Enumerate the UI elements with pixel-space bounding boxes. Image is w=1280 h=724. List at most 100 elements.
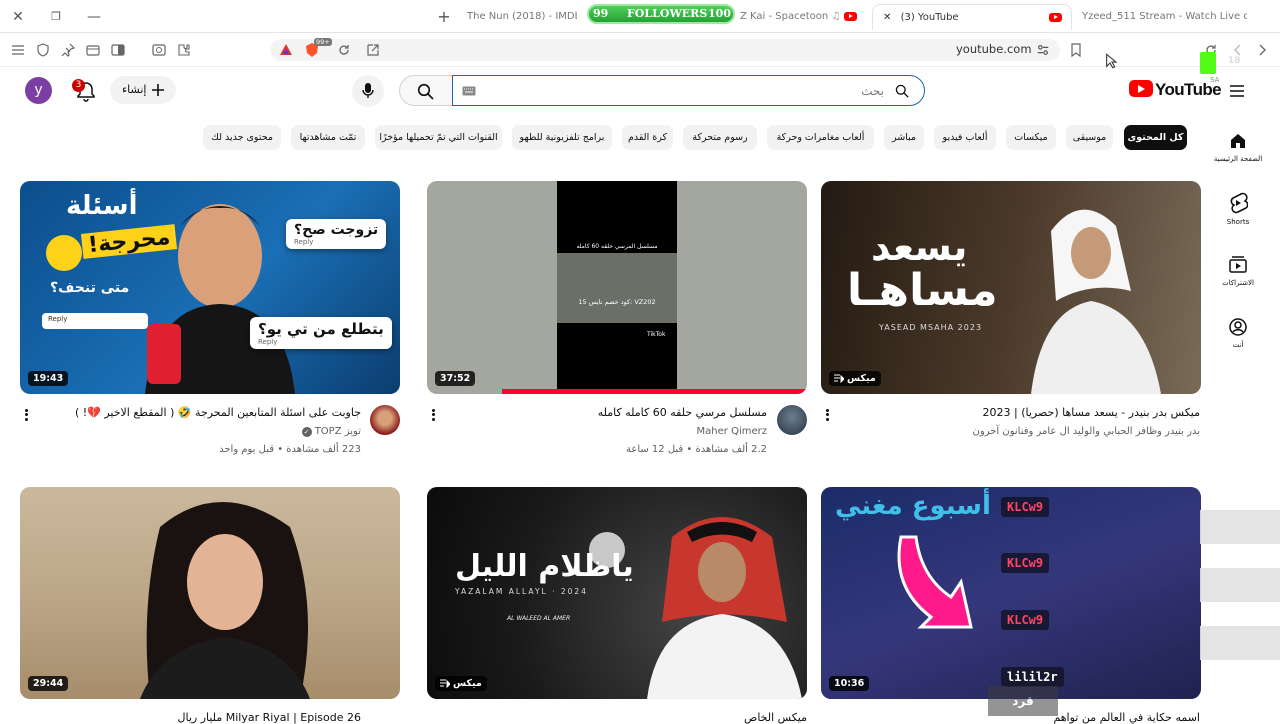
- bookmark-icon[interactable]: [1068, 42, 1084, 58]
- thumb-headline: يسعد: [871, 225, 968, 269]
- chip-label: محتوى جديد لك: [211, 132, 273, 143]
- address-bar[interactable]: 99+ youtube.com: [270, 38, 1060, 61]
- video-title[interactable]: Milyar Riyal | Episode 26 مليار ريال: [60, 711, 361, 724]
- video-title[interactable]: اسمه حكاية في العالم من تواهم: [1010, 711, 1200, 724]
- channel-avatar[interactable]: [777, 405, 807, 435]
- followers-right-count: 100: [708, 7, 731, 20]
- account-avatar[interactable]: y: [25, 77, 52, 104]
- close-window-icon[interactable]: ✕: [8, 7, 28, 27]
- rail-home[interactable]: الصفحة الرئيسية: [1212, 131, 1264, 163]
- chip-music[interactable]: موسيقى: [1066, 125, 1113, 150]
- site-settings-icon[interactable]: [1036, 43, 1050, 57]
- brave-rewards-icon[interactable]: [278, 42, 294, 58]
- youtube-play-logo-icon: [1129, 80, 1153, 97]
- screenshot-icon[interactable]: [151, 42, 167, 58]
- channel-name[interactable]: Maher Qimerz: [470, 426, 767, 437]
- rail-label: الاشتراكات: [1222, 279, 1254, 287]
- chip-label: كرة القدم: [628, 132, 667, 143]
- chip-watched[interactable]: تمّت مشاهدتها: [291, 125, 365, 150]
- search-button[interactable]: [399, 75, 452, 106]
- create-button[interactable]: إنشاء: [110, 76, 176, 104]
- video-thumbnail[interactable]: أسبوع مغني KLCw9 KLCw9 KLCw9 lilil2r 10:…: [821, 487, 1201, 699]
- more-options-icon[interactable]: [824, 407, 830, 423]
- youtube-logo[interactable]: YouTube: [1129, 80, 1222, 102]
- chip-cooking-shows[interactable]: برامج تلفزيونية للطهو: [512, 125, 612, 150]
- more-options-icon[interactable]: [23, 407, 29, 423]
- keyboard-icon[interactable]: [462, 86, 476, 96]
- sidebar-menu-icon[interactable]: [10, 42, 26, 58]
- rail-subscriptions[interactable]: الاشتراكات: [1212, 255, 1264, 287]
- microphone-icon: [362, 83, 374, 98]
- tab-youtube-active[interactable]: ✕ (3) YouTube: [872, 4, 1072, 30]
- chip-recently-uploaded[interactable]: القنوات التي تمّ تحميلها مؤخرًا: [375, 125, 502, 150]
- youtube-favicon-icon: [1049, 13, 1062, 22]
- video-title[interactable]: جاوبت على اسئلة المتابعين المحرجة 🤣 ( ال…: [60, 406, 361, 419]
- chip-video-games[interactable]: ألعاب فيديو: [934, 125, 996, 150]
- chip-animation[interactable]: رسوم متحركة: [683, 125, 757, 150]
- shield-icon[interactable]: [35, 42, 51, 58]
- pin-icon[interactable]: [60, 42, 76, 58]
- pink-arrow-icon: [897, 535, 973, 629]
- restore-window-icon[interactable]: ❐: [46, 7, 66, 27]
- thumb-headline: مساهـا: [847, 265, 998, 316]
- video-title[interactable]: مسلسل مرسي حلقه 60 كامله كامله: [470, 406, 767, 419]
- tab-imdb[interactable]: The Nun (2018) - IMDb: [467, 4, 577, 30]
- guide-menu-icon[interactable]: [1228, 82, 1246, 100]
- youtube-header: y 3 إنشاء YouTube: [0, 67, 1280, 117]
- video-stats: 223 ألف مشاهدة • قبل يوم واحد: [219, 444, 361, 455]
- video-thumbnail[interactable]: أسئلة محرجة! تزوجت صح؟ Reply متى تنحف؟ Re…: [20, 181, 400, 394]
- video-title[interactable]: ميكس الخاص: [640, 711, 807, 724]
- chip-mixes[interactable]: ميكسات: [1006, 125, 1056, 150]
- rail-shorts[interactable]: Shorts: [1212, 192, 1264, 226]
- chip-label: ألعاب مغامرات وحركة: [776, 132, 865, 143]
- chat-text: lilil2r: [1007, 670, 1058, 684]
- notification-badge: 3: [72, 79, 85, 92]
- mix-icon: [440, 679, 450, 688]
- tab-label: Z Kai - Spacetoon: [740, 11, 829, 22]
- thumb-headline: ياظلام الليل: [455, 549, 634, 584]
- search-field[interactable]: [452, 75, 925, 106]
- open-external-icon[interactable]: [365, 42, 381, 58]
- channel-name[interactable]: بدر بنيدر وظافر الحبابي والوليد ال عامر …: [860, 426, 1200, 437]
- voice-search-button[interactable]: [352, 75, 384, 107]
- chat-message: lilil2r: [1001, 667, 1064, 687]
- extensions-icon[interactable]: [176, 42, 192, 58]
- channel-avatar[interactable]: [370, 405, 400, 435]
- video-thumbnail[interactable]: ياظلام الليل YAZALAM ALLAYL · 2024 AL WA…: [427, 487, 807, 699]
- new-tab-icon[interactable]: +: [434, 7, 454, 27]
- tab-close-icon[interactable]: ✕: [883, 12, 891, 23]
- chip-live[interactable]: مباشر: [884, 125, 924, 150]
- forward-arrow-icon[interactable]: [1254, 42, 1270, 58]
- create-label: إنشاء: [122, 83, 147, 96]
- reload-icon[interactable]: [336, 42, 352, 58]
- chip-label: مباشر: [891, 132, 917, 143]
- chip-label: ميكسات: [1014, 132, 1048, 143]
- followers-label: FOLLOWERS: [627, 7, 708, 20]
- channel-row[interactable]: توبز TOPZ ✓: [60, 426, 361, 437]
- search-inline-icon: [895, 84, 909, 98]
- chip-all[interactable]: كل المحتوى: [1124, 125, 1187, 150]
- video-duration: 19:43: [28, 371, 69, 386]
- music-note-icon: ♫: [831, 11, 841, 22]
- video-thumbnail[interactable]: 29:44: [20, 487, 400, 699]
- chip-action-adventure[interactable]: ألعاب مغامرات وحركة: [767, 125, 874, 150]
- video-thumbnail[interactable]: يسعد مساهـا YASEAD MSAHA 2023 ميكس: [821, 181, 1201, 394]
- thumbnail-person-image: [647, 517, 802, 699]
- more-options-icon[interactable]: [430, 407, 436, 423]
- chip-label: موسيقى: [1072, 132, 1107, 143]
- chip-football[interactable]: كرة القدم: [622, 125, 673, 150]
- tabs-icon[interactable]: [85, 42, 101, 58]
- tab-label: (3) YouTube: [900, 12, 959, 23]
- tab-spacetoon[interactable]: Z Kai - Spacetoon ♫: [740, 4, 864, 30]
- rail-you[interactable]: أنت: [1212, 317, 1264, 349]
- chip-label: برامج تلفزيونية للطهو: [519, 132, 605, 143]
- chat-message: KLCw9: [1001, 610, 1050, 630]
- split-view-icon[interactable]: [110, 42, 126, 58]
- video-thumbnail[interactable]: مسلسل المرسي حلقه 60 كامله VZ202 :كود خص…: [427, 181, 807, 394]
- minimize-window-icon[interactable]: —: [84, 7, 104, 27]
- video-title[interactable]: ميكس بدر بنيدر - يسعد مساها (حصريا) | 20…: [860, 406, 1200, 419]
- chip-new-to-you[interactable]: محتوى جديد لك: [203, 125, 281, 150]
- tab-kick-stream[interactable]: Yzeed_511 Stream - Watch Live on K: [1082, 4, 1247, 30]
- watch-progress-bar: [502, 389, 807, 394]
- search-input[interactable]: [483, 81, 884, 101]
